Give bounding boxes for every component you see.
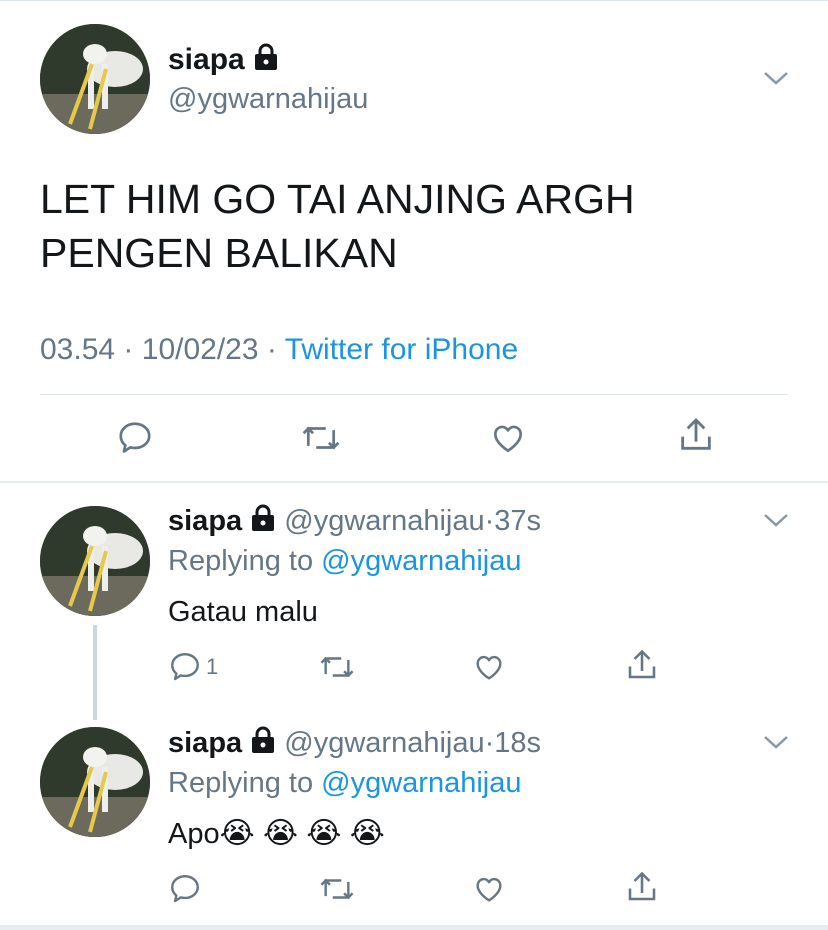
- meta-separator: ·: [123, 333, 134, 366]
- retweet-button[interactable]: [318, 872, 356, 906]
- share-button[interactable]: [624, 647, 660, 683]
- reply-text: Gatau malu: [168, 596, 318, 628]
- handle[interactable]: @ygwarnahijau: [168, 82, 368, 116]
- reply-text: Apo: [168, 818, 220, 850]
- timestamp[interactable]: 37s: [494, 505, 541, 537]
- reply-header: siapa @ygwarnahijau·18s: [168, 725, 541, 763]
- tweet-text-line1: LET HIM GO TAI ANJING ARGH: [40, 176, 635, 222]
- bottom-divider: [0, 925, 828, 930]
- replying-to: Replying to @ygwarnahijau: [168, 543, 521, 579]
- retweet-button[interactable]: [318, 650, 356, 684]
- share-icon: [628, 871, 656, 901]
- like-button[interactable]: [489, 419, 527, 457]
- tweet-time: 03.54: [40, 333, 116, 366]
- meta-separator: ·: [484, 727, 495, 759]
- lock-icon: [250, 726, 276, 763]
- like-icon: [476, 877, 502, 902]
- like-icon: [493, 425, 523, 453]
- meta-divider: [40, 394, 788, 395]
- display-name[interactable]: siapa: [168, 43, 245, 76]
- thread-line: [93, 625, 97, 720]
- crying-emoji: 😭 😭 😭 😭: [219, 817, 385, 850]
- chevron-down-icon[interactable]: [763, 512, 789, 533]
- avatar[interactable]: [40, 24, 150, 134]
- share-icon: [628, 649, 656, 679]
- display-name[interactable]: siapa: [168, 505, 242, 537]
- lock-icon: [253, 43, 279, 80]
- like-icon: [476, 655, 502, 680]
- replying-to-link[interactable]: @ygwarnahijau: [321, 767, 521, 799]
- retweet-button[interactable]: [300, 419, 342, 457]
- avatar[interactable]: [40, 506, 150, 616]
- replying-to: Replying to @ygwarnahijau: [168, 765, 521, 801]
- reply-icon: [171, 875, 199, 903]
- chevron-down-icon[interactable]: [763, 70, 789, 91]
- reply-button[interactable]: [168, 872, 202, 906]
- top-divider: [0, 0, 828, 1]
- retweet-icon: [320, 878, 354, 900]
- tweet-date: 10/02/23: [141, 333, 259, 366]
- share-button[interactable]: [676, 415, 716, 455]
- retweet-icon: [320, 656, 354, 678]
- avatar[interactable]: [40, 727, 150, 837]
- handle[interactable]: @ygwarnahijau: [284, 505, 484, 537]
- like-button[interactable]: [472, 650, 506, 684]
- timestamp[interactable]: 18s: [494, 727, 541, 759]
- handle[interactable]: @ygwarnahijau: [284, 727, 484, 759]
- tweet-text-line2: PENGEN BALIKAN: [40, 230, 398, 276]
- replying-prefix: Replying to: [168, 545, 314, 577]
- replying-to-link[interactable]: @ygwarnahijau: [321, 545, 521, 577]
- reply-icon: [119, 422, 151, 453]
- lock-icon: [250, 504, 276, 541]
- reply-text-line: Apo😭 😭 😭 😭: [168, 815, 385, 853]
- display-name[interactable]: siapa: [168, 727, 242, 759]
- tweet-meta: 03.54 · 10/02/23 · Twitter for iPhone: [40, 331, 518, 369]
- reply-button[interactable]: [116, 419, 154, 457]
- meta-separator: ·: [484, 505, 495, 537]
- share-icon: [681, 417, 711, 450]
- section-divider: [0, 481, 828, 483]
- chevron-down-icon[interactable]: [763, 734, 789, 755]
- replying-prefix: Replying to: [168, 767, 314, 799]
- retweet-icon: [302, 426, 340, 450]
- reply-count: 1: [206, 654, 219, 679]
- reply-header: siapa @ygwarnahijau·37s: [168, 503, 541, 541]
- share-button[interactable]: [624, 869, 660, 905]
- tweet-source-link[interactable]: Twitter for iPhone: [285, 333, 518, 366]
- reply-icon: [171, 653, 199, 681]
- reply-button[interactable]: 1: [168, 650, 218, 684]
- meta-separator: ·: [266, 333, 277, 366]
- like-button[interactable]: [472, 872, 506, 906]
